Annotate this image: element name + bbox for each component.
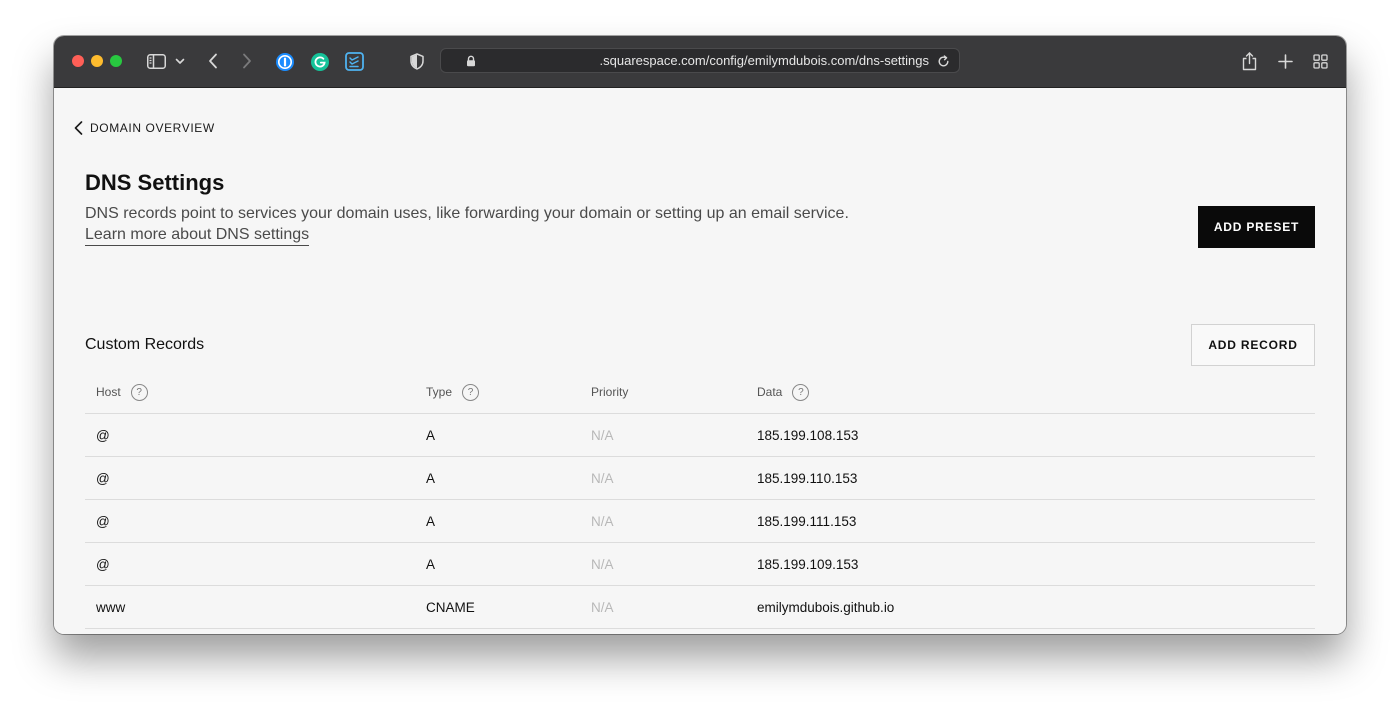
domain-overview-link[interactable]: DOMAIN OVERVIEW	[74, 121, 215, 135]
new-tab-icon[interactable]	[1276, 52, 1294, 70]
learn-more-link[interactable]: Learn more about DNS settings	[85, 226, 310, 246]
browser-toolbar: .squarespace.com/config/emilymdubois.com…	[54, 36, 1346, 88]
share-icon[interactable]	[1240, 50, 1258, 72]
chevron-left-icon	[74, 121, 83, 135]
record-type: A	[426, 514, 436, 529]
column-header-type-label: Type	[426, 385, 453, 399]
url-text: .squarespace.com/config/emilymdubois.com…	[599, 53, 929, 68]
record-data: 185.199.111.153	[757, 514, 857, 529]
record-type: A	[426, 557, 436, 572]
shield-icon[interactable]	[408, 51, 426, 71]
tab-overview-icon[interactable]	[1311, 52, 1329, 70]
record-host: @	[96, 428, 110, 443]
record-type: CNAME	[426, 600, 475, 615]
reload-icon[interactable]	[936, 54, 950, 68]
record-priority: N/A	[591, 514, 614, 529]
record-type: A	[426, 471, 436, 486]
host-help-icon[interactable]: ?	[130, 383, 148, 401]
record-data: emilymdubois.github.io	[757, 600, 895, 615]
type-help-icon[interactable]: ?	[462, 383, 480, 401]
zoom-window-button[interactable]	[110, 55, 122, 67]
browser-window: .squarespace.com/config/emilymdubois.com…	[54, 36, 1346, 634]
record-host: @	[96, 471, 110, 486]
custom-records-table: Host ? Type ? Priority Data ? @ A N/A 18…	[85, 371, 1315, 629]
page-content: DOMAIN OVERVIEW DNS Settings DNS records…	[54, 88, 1346, 634]
address-bar[interactable]: .squarespace.com/config/emilymdubois.com…	[440, 48, 960, 73]
record-priority: N/A	[591, 557, 614, 572]
record-host: @	[96, 514, 110, 529]
column-header-type: Type ?	[426, 371, 480, 413]
table-row[interactable]: @ A N/A 185.199.111.153	[85, 500, 1315, 543]
record-data: 185.199.110.153	[757, 471, 858, 486]
record-data: 185.199.108.153	[757, 428, 859, 443]
record-type: A	[426, 428, 436, 443]
column-header-data: Data ?	[757, 371, 810, 413]
forward-arrow-icon[interactable]	[239, 51, 255, 71]
page-description: DNS records point to services your domai…	[85, 205, 849, 222]
add-preset-button[interactable]: ADD PRESET	[1198, 206, 1315, 248]
grammarly-icon[interactable]	[309, 51, 330, 72]
table-header: Host ? Type ? Priority Data ?	[85, 371, 1315, 414]
back-arrow-icon[interactable]	[205, 51, 221, 71]
column-header-priority: Priority	[591, 371, 628, 413]
record-host: @	[96, 557, 110, 572]
close-window-button[interactable]	[72, 55, 84, 67]
column-header-data-label: Data	[757, 385, 783, 399]
domain-overview-label: DOMAIN OVERVIEW	[90, 121, 215, 135]
table-row[interactable]: @ A N/A 185.199.108.153	[85, 414, 1315, 457]
notes-extension-icon[interactable]	[344, 51, 365, 72]
record-host: www	[96, 600, 126, 615]
record-priority: N/A	[591, 471, 614, 486]
chevron-down-icon[interactable]	[174, 55, 186, 67]
add-record-button[interactable]: ADD RECORD	[1191, 324, 1315, 366]
minimize-window-button[interactable]	[91, 55, 103, 67]
column-header-priority-label: Priority	[591, 385, 629, 399]
custom-records-title: Custom Records	[85, 336, 205, 353]
data-help-icon[interactable]: ?	[792, 383, 810, 401]
record-priority: N/A	[591, 600, 614, 615]
sidebar-icon[interactable]	[146, 52, 166, 70]
table-row[interactable]: @ A N/A 185.199.110.153	[85, 457, 1315, 500]
onepassword-icon[interactable]	[274, 51, 295, 72]
record-priority: N/A	[591, 428, 614, 443]
record-data: 185.199.109.153	[757, 557, 859, 572]
table-row[interactable]: www CNAME N/A emilymdubois.github.io	[85, 586, 1315, 629]
lock-icon	[465, 54, 477, 68]
column-header-host: Host ?	[96, 371, 148, 413]
table-row[interactable]: @ A N/A 185.199.109.153	[85, 543, 1315, 586]
page-title: DNS Settings	[85, 170, 225, 195]
column-header-host-label: Host	[96, 385, 121, 399]
